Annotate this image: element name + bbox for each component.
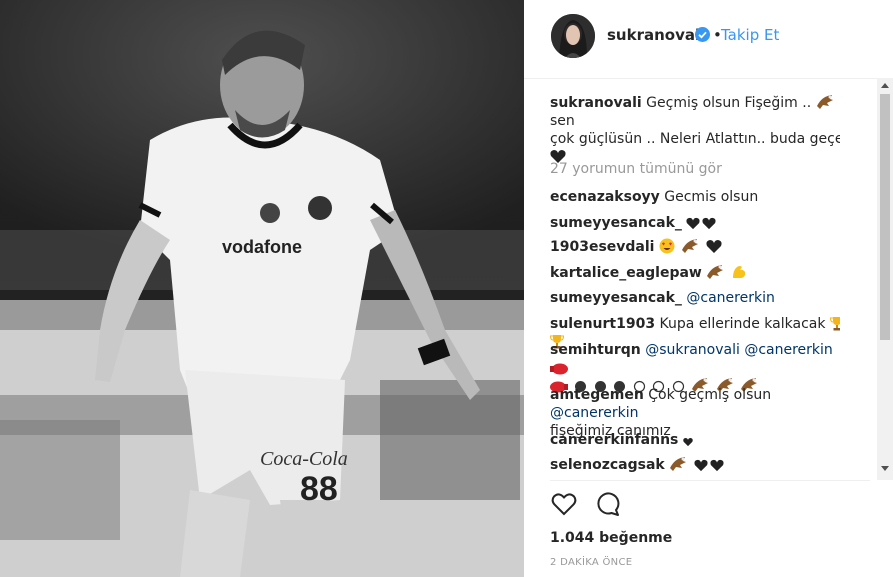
trophy-emoji-icon	[829, 317, 840, 331]
comment-username-link[interactable]: sulenurt1903	[550, 316, 655, 332]
comment-username-link[interactable]: amtegemen	[550, 387, 644, 403]
mention-link[interactable]: @canererkin	[686, 290, 774, 306]
comment-button[interactable]	[594, 490, 622, 518]
actions-divider	[550, 480, 870, 481]
comment-username-link[interactable]: kartalice_eaglepaw	[550, 265, 702, 281]
boxing-glove-emoji-icon	[550, 363, 568, 375]
eagle-emoji-icon	[816, 95, 833, 109]
avatar-image	[551, 14, 595, 58]
avatar[interactable]	[551, 14, 595, 58]
comment-username-link[interactable]: 1903esevdali	[550, 239, 654, 255]
post-photo[interactable]: vodafone Coca-Cola 88	[0, 0, 524, 577]
comment-username-link[interactable]: ecenazaksoyy	[550, 189, 660, 205]
heart-eyes-emoji-icon	[659, 238, 675, 254]
verified-badge-icon	[695, 27, 710, 42]
caption-text-cont: sen	[550, 113, 575, 129]
comment-item: ecenazaksoyy Gecmis olsun	[550, 188, 840, 206]
view-all-comments-link[interactable]: 27 yorumun tümünü gör	[550, 160, 840, 178]
comment-username-link[interactable]: sumeyyesancak_	[550, 215, 682, 231]
comment-username-link[interactable]: semihturqn	[550, 342, 641, 358]
black-heart-emoji-icon	[686, 217, 700, 230]
header-username-link[interactable]: sukranovali	[607, 26, 705, 44]
scroll-up-arrow-icon[interactable]	[881, 83, 889, 88]
caption-username-link[interactable]: sukranovali	[550, 95, 642, 111]
comment-item: selenozcagsak	[550, 456, 840, 474]
comment-text: Kupa ellerinde kalkacak	[659, 316, 826, 332]
black-heart-emoji-icon	[706, 240, 722, 253]
scrollbar-thumb[interactable]	[880, 94, 890, 340]
mention-link[interactable]: @sukranovali	[645, 342, 740, 358]
svg-text:88: 88	[300, 470, 338, 508]
follow-button[interactable]: Takip Et	[721, 26, 779, 44]
black-heart-emoji-icon	[710, 459, 724, 472]
heart-icon	[551, 493, 577, 516]
mention-link[interactable]: @canererkin	[550, 405, 638, 421]
instagram-post-modal: vodafone Coca-Cola 88 sukranovali • Taki…	[0, 0, 893, 577]
svg-text:Coca-Cola: Coca-Cola	[260, 448, 348, 470]
comment-text: Gecmis olsun	[664, 189, 759, 205]
mention-link[interactable]: @canererkin	[744, 342, 832, 358]
comment-text: Çok geçmiş olsun	[648, 387, 772, 403]
comment-item: 1903esevdali	[550, 238, 840, 256]
eagle-emoji-icon	[682, 239, 699, 253]
likes-count[interactable]: 1.044 beğenme	[550, 530, 672, 546]
comment-username-link[interactable]: selenozcagsak	[550, 457, 665, 473]
post-timestamp[interactable]: 2 DAKİKA ÖNCE	[550, 557, 632, 568]
black-heart-emoji-icon	[702, 217, 716, 230]
comment-item: sumeyyesancak_	[550, 214, 840, 232]
black-heart-emoji-icon	[683, 437, 693, 447]
like-button[interactable]	[550, 490, 578, 518]
comment-item: canererkinfanns	[550, 431, 840, 449]
eagle-emoji-icon	[670, 457, 687, 471]
scroll-down-arrow-icon[interactable]	[881, 466, 889, 471]
caption-text-line2: çok güçlüsün .. Neleri Atlattın.. buda g…	[550, 131, 840, 147]
comment-item: sumeyyesancak_ @canererkin	[550, 289, 840, 307]
comment-bubble-icon	[597, 492, 620, 516]
comments-list[interactable]: sukranovali Geçmiş olsun Fişeğim .. sen …	[550, 90, 840, 476]
post-details-panel: sukranovali • Takip Et sukranovali Geçmi…	[524, 0, 893, 577]
comments-scrollbar[interactable]	[877, 78, 893, 480]
black-heart-emoji-icon	[694, 459, 708, 472]
comment-username-link[interactable]: canererkinfanns	[550, 432, 678, 448]
comment-username-link[interactable]: sumeyyesancak_	[550, 290, 682, 306]
comment-item: kartalice_eaglepaw	[550, 264, 840, 282]
caption-text: Geçmiş olsun Fişeğim ..	[646, 95, 812, 111]
flexed-bicep-emoji-icon	[732, 266, 745, 278]
football-player-photo: vodafone Coca-Cola 88	[0, 0, 524, 577]
eagle-emoji-icon	[707, 265, 724, 279]
caption: sukranovali Geçmiş olsun Fişeğim .. sen …	[550, 94, 840, 166]
svg-text:vodafone: vodafone	[222, 237, 302, 257]
post-header: sukranovali • Takip Et	[524, 0, 893, 79]
